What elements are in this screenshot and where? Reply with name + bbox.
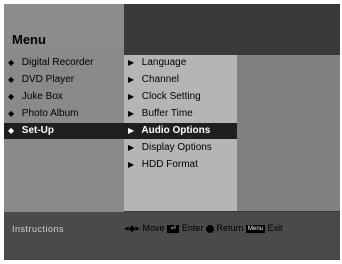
submenu-item-hdd-format[interactable]: ▶ HDD Format bbox=[124, 157, 237, 173]
move-arrows-icon: ◂◆▸ bbox=[124, 223, 140, 233]
submenu-item-label: Audio Options bbox=[141, 125, 211, 136]
right-arrow-icon: ▶ bbox=[128, 109, 135, 118]
right-arrow-icon: ▶ bbox=[128, 160, 135, 169]
submenu-item-display-options[interactable]: ▶ Display Options bbox=[124, 140, 237, 156]
right-arrow-icon: ▶ bbox=[128, 126, 135, 135]
main-menu-item-juke-box[interactable]: ◆ Juke Box bbox=[4, 89, 124, 105]
menu-key-icon: Menu bbox=[245, 224, 265, 233]
submenu-item-channel[interactable]: ▶ Channel bbox=[124, 72, 237, 88]
diamond-bullet-icon: ◆ bbox=[8, 126, 15, 135]
instructions-label: Instructions bbox=[12, 224, 65, 234]
main-menu-item-label: Set-Up bbox=[21, 125, 55, 136]
instructions-bar: Instructions ◂◆▸ Move ⏎ Enter Return Men… bbox=[4, 212, 340, 260]
submenu-item-clock-setting[interactable]: ▶ Clock Setting bbox=[124, 89, 237, 105]
instructions-text: ◂◆▸ Move ⏎ Enter Return Menu Exit bbox=[124, 223, 283, 234]
right-panel bbox=[237, 55, 340, 211]
submenu-item-audio-options[interactable]: ▶ Audio Options bbox=[124, 123, 237, 139]
main-menu-item-digital-recorder[interactable]: ◆ Digital Recorder bbox=[4, 55, 124, 71]
main-menu-item-dvd-player[interactable]: ◆ DVD Player bbox=[4, 72, 124, 88]
submenu-item-label: Clock Setting bbox=[141, 91, 201, 102]
main-menu-item-label: Juke Box bbox=[21, 91, 63, 102]
submenu-item-label: Display Options bbox=[141, 142, 212, 153]
submenu-item-label: Language bbox=[141, 57, 187, 68]
right-arrow-icon: ▶ bbox=[128, 143, 135, 152]
right-arrow-icon: ▶ bbox=[128, 75, 135, 84]
menu-screen: Menu ◆ Digital Recorder ◆ DVD Player ◆ J… bbox=[4, 4, 340, 260]
main-menu-item-photo-album[interactable]: ◆ Photo Album bbox=[4, 106, 124, 122]
return-key-icon bbox=[205, 224, 214, 233]
submenu-item-label: HDD Format bbox=[141, 159, 198, 170]
move-hint: Move bbox=[142, 223, 165, 233]
submenu-item-language[interactable]: ▶ Language bbox=[124, 55, 237, 71]
diamond-bullet-icon: ◆ bbox=[8, 58, 15, 67]
main-menu-item-label: Photo Album bbox=[21, 108, 79, 119]
return-hint: Return bbox=[216, 223, 244, 233]
diamond-bullet-icon: ◆ bbox=[8, 92, 15, 101]
right-arrow-icon: ▶ bbox=[128, 58, 135, 67]
submenu-item-buffer-time[interactable]: ▶ Buffer Time bbox=[124, 106, 237, 122]
diamond-bullet-icon: ◆ bbox=[8, 75, 15, 84]
enter-hint: Enter bbox=[181, 223, 204, 233]
diamond-bullet-icon: ◆ bbox=[8, 109, 15, 118]
main-menu-item-label: DVD Player bbox=[21, 74, 75, 85]
right-arrow-icon: ▶ bbox=[128, 92, 135, 101]
main-menu-item-set-up[interactable]: ◆ Set-Up bbox=[4, 123, 124, 139]
main-menu-item-label: Digital Recorder bbox=[21, 57, 94, 68]
menu-title: Menu bbox=[12, 32, 46, 47]
exit-hint: Exit bbox=[267, 223, 283, 233]
submenu-item-label: Buffer Time bbox=[141, 108, 193, 119]
submenu-item-label: Channel bbox=[141, 74, 180, 85]
title-bar: Menu bbox=[4, 4, 124, 48]
enter-key-icon: ⏎ bbox=[167, 224, 180, 233]
